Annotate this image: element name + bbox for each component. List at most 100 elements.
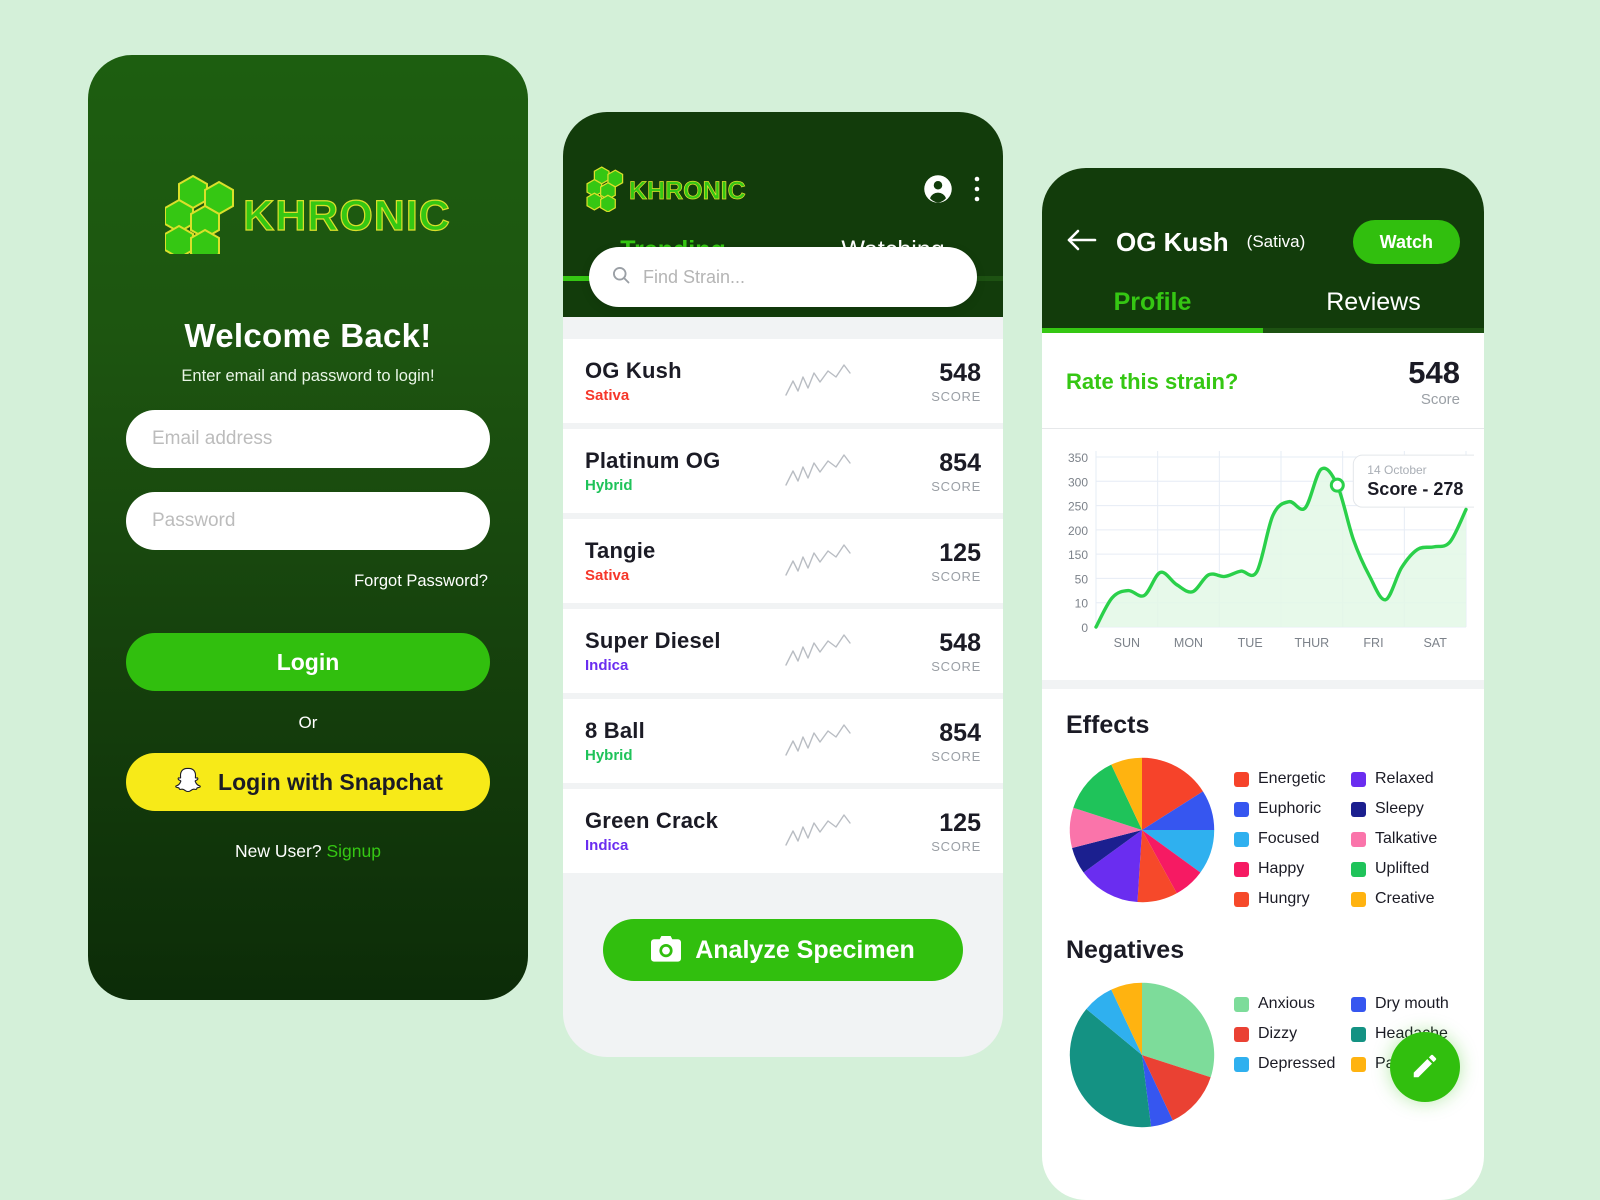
strain-list: OG Kush Sativa 548 SCORE Platinum OG Hybrid 85… [563,317,1003,873]
effects-title: Effects [1066,711,1150,739]
effects-section: Effects Energetic Relaxed Euphoric Sleepy Fo… [1042,689,1484,908]
strain-name-block: Platinum OG Hybrid [585,448,765,494]
new-user-row: New User? Signup [235,841,381,862]
strain-type-label: (Sativa) [1246,232,1306,251]
strain-score-label: SCORE [931,748,981,764]
tab-profile[interactable]: Profile [1042,288,1263,333]
email-field[interactable]: Email address [126,410,490,468]
chart-highlight-point[interactable] [1329,477,1345,493]
login-button[interactable]: Login [126,633,490,691]
score-label: Score [1420,391,1460,408]
page-subtitle: Enter email and password to login! [181,367,435,385]
legend-item[interactable]: Creative [1351,890,1460,908]
legend-label: Focused [1258,830,1320,847]
legend-item[interactable]: Dizzy [1234,1025,1343,1043]
strain-list-item[interactable]: Tangie Sativa 125 SCORE [563,519,1003,603]
strain-type: Indica [585,837,629,854]
arrow-left-icon[interactable] [1066,228,1098,257]
strain-type: Hybrid [585,477,633,494]
search-input[interactable]: Find Strain... [589,247,977,307]
legend-label: Depressed [1258,1055,1336,1072]
analyze-button-label: Analyze Specimen [695,935,915,964]
x-axis-tick: SUN [1114,636,1140,650]
analyze-specimen-button[interactable]: Analyze Specimen [603,919,963,981]
legend-swatch [1351,831,1366,847]
strain-score-label: SCORE [931,478,981,494]
y-axis-tick: 0 [1081,621,1088,635]
strain-type: Indica [585,657,629,674]
strain-sparkline [765,721,875,761]
tab-reviews[interactable]: Reviews [1263,288,1484,333]
honeycomb-hexagons-logo [585,165,633,217]
legend-item[interactable]: Happy [1234,860,1343,878]
page-title: OG Kush [1116,226,1229,257]
legend-swatch [1234,1026,1249,1042]
legend-item[interactable]: Uplifted [1351,860,1460,878]
snapchat-ghost-icon [173,765,205,800]
email-placeholder: Email address [152,428,273,449]
legend-label: Dizzy [1258,1025,1298,1042]
strain-name: Platinum OG [585,448,721,473]
brand-name: KHRONIC [243,191,451,240]
effects-pie-chart [1069,757,1215,903]
legend-item[interactable]: Focused [1234,830,1343,848]
legend-label: Relaxed [1375,770,1434,787]
strain-type: Hybrid [585,747,633,764]
or-divider-label: Or [298,713,318,732]
legend-label: Hungry [1258,890,1310,907]
snapchat-button-label: Login with Snapchat [218,768,443,795]
legend-item[interactable]: Hungry [1234,890,1343,908]
more-vertical-icon[interactable] [973,175,981,208]
strain-list-item[interactable]: Platinum OG Hybrid 854 SCORE [563,429,1003,513]
strain-score-label: SCORE [931,658,981,674]
score-history-chart: 350 300 250 200 150 50 10 0 SUN MON TUE THUR FRI SAT 1… [1042,429,1484,689]
legend-item[interactable]: Depressed [1234,1055,1343,1073]
legend-item[interactable]: Anxious [1234,995,1343,1013]
legend-item[interactable]: Dry mouth [1351,995,1460,1013]
legend-item[interactable]: Sleepy [1351,800,1460,818]
legend-item[interactable]: Talkative [1351,830,1460,848]
account-circle-icon[interactable] [923,174,953,209]
legend-swatch [1351,996,1366,1012]
strain-list-item[interactable]: Green Crack Indica 125 SCORE [563,789,1003,873]
strain-sparkline [765,631,875,671]
y-axis-tick: 350 [1068,451,1088,465]
legend-item[interactable]: Euphoric [1234,800,1343,818]
watch-button[interactable]: Watch [1352,220,1460,264]
legend-item[interactable]: Relaxed [1351,770,1460,788]
legend-swatch [1234,996,1249,1012]
detail-tabs: Profile Reviews [1042,288,1484,333]
trending-screen: KHRONIC Trending Watchi [563,112,1003,1057]
tab-active-indicator [1042,328,1263,333]
legend-item[interactable]: Energetic [1234,770,1343,788]
legend-swatch [1234,831,1249,847]
y-axis-tick: 300 [1068,475,1088,489]
legend-label: Energetic [1258,770,1326,787]
forgot-password-link[interactable]: Forgot Password? [354,572,488,591]
signup-link[interactable]: Signup [326,841,381,861]
strain-name: OG Kush [585,358,682,383]
strain-sparkline [765,811,875,851]
score-block: 548 Score [1408,355,1460,408]
honeycomb-hexagons-logo [164,174,249,263]
strain-list-item[interactable]: OG Kush Sativa 548 SCORE [563,339,1003,423]
tooltip-date: 14 October [1367,463,1426,477]
rate-strain-row[interactable]: Rate this strain? 548 Score [1042,333,1484,429]
legend-label: Happy [1258,860,1305,877]
strain-sparkline [765,451,875,491]
login-with-snapchat-button[interactable]: Login with Snapchat [126,753,490,811]
strain-list-item[interactable]: Super Diesel Indica 548 SCORE [563,609,1003,693]
search-placeholder: Find Strain... [643,266,746,287]
chart-tooltip: 14 October Score - 278 [1352,454,1484,508]
password-field[interactable]: Password [126,492,490,550]
legend-swatch [1234,861,1249,877]
legend-label: Sleepy [1375,800,1424,817]
strain-sparkline [765,541,875,581]
strain-name-block: OG Kush Sativa [585,358,765,404]
negatives-title: Negatives [1066,936,1185,964]
strain-type: Sativa [585,567,630,584]
edit-fab-button[interactable] [1390,1032,1460,1102]
strain-score-value: 548 [939,628,981,657]
legend-label: Creative [1375,890,1435,907]
strain-list-item[interactable]: 8 Ball Hybrid 854 SCORE [563,699,1003,783]
